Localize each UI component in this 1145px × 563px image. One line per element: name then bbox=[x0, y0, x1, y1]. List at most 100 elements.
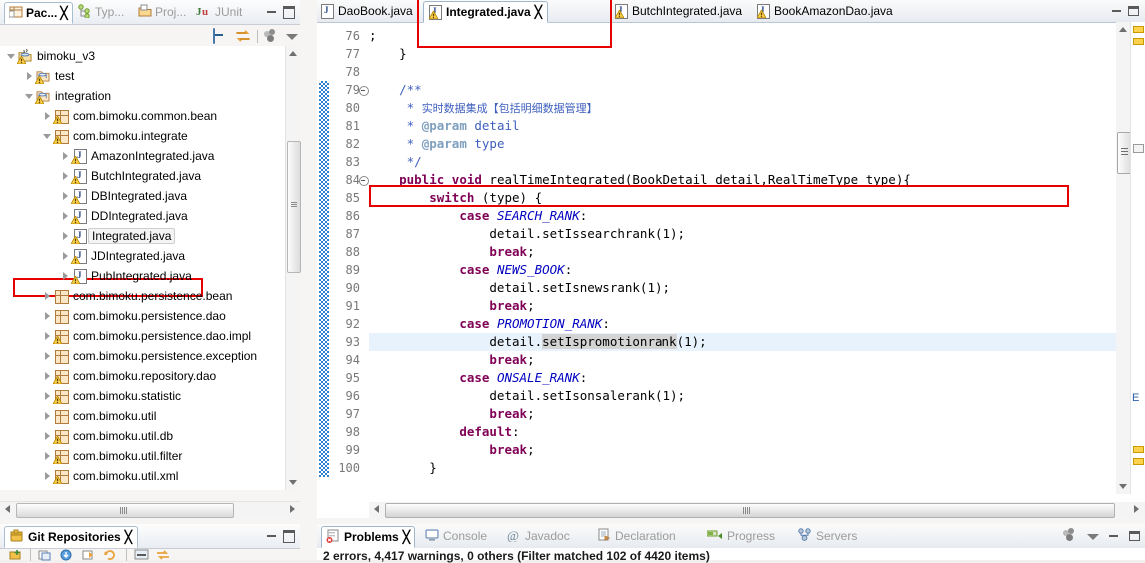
tree-item-dbintegrated-java[interactable]: J DBIntegrated.java bbox=[60, 186, 187, 206]
tab-type-hierarchy[interactable]: Typ... bbox=[78, 2, 124, 22]
tree-item-com-bimoku-persistence-dao[interactable]: com.bimoku.persistence.dao bbox=[42, 306, 226, 326]
chevron-right-icon[interactable] bbox=[42, 331, 53, 342]
editor-tab-daobook-java[interactable]: J DaoBook.java bbox=[321, 1, 413, 21]
fold-toggle-icon[interactable] bbox=[358, 171, 369, 189]
warning-marker[interactable] bbox=[1133, 26, 1144, 33]
editor-horizontal-scrollbar[interactable] bbox=[369, 502, 1145, 518]
chevron-right-icon[interactable] bbox=[42, 291, 53, 302]
chevron-right-icon[interactable] bbox=[60, 171, 71, 182]
tree-horizontal-scrollbar[interactable] bbox=[0, 501, 300, 518]
chevron-right-icon[interactable] bbox=[42, 351, 53, 362]
scrollbar-thumb[interactable] bbox=[287, 141, 301, 273]
code-line[interactable]: * @param type bbox=[369, 135, 505, 153]
chevron-right-icon[interactable] bbox=[42, 371, 53, 382]
tab-junit[interactable]: J u JUnit bbox=[196, 2, 242, 22]
refresh-icon[interactable] bbox=[104, 549, 119, 561]
view-menu-caret-icon[interactable] bbox=[286, 34, 298, 40]
problems-tab-progress[interactable]: Progress bbox=[706, 526, 775, 546]
tree-item-butchintegrated-java[interactable]: J ButchIntegrated.java bbox=[60, 166, 201, 186]
scroll-right-icon[interactable] bbox=[1130, 502, 1145, 517]
scroll-down-icon[interactable] bbox=[286, 476, 300, 490]
close-icon[interactable]: ╳ bbox=[60, 6, 67, 20]
code-line[interactable]: break; bbox=[369, 351, 534, 369]
overview-ruler[interactable]: E bbox=[1130, 22, 1145, 494]
code-line[interactable]: ; bbox=[369, 27, 377, 45]
tree-item-ddintegrated-java[interactable]: J DDIntegrated.java bbox=[60, 206, 188, 226]
chevron-right-icon[interactable] bbox=[60, 231, 71, 242]
maximize-editor-button[interactable] bbox=[1127, 4, 1140, 17]
code-line[interactable]: } bbox=[369, 459, 437, 477]
editor-tab-butchintegrated-java[interactable]: J ButchIntegrated.java bbox=[615, 1, 742, 21]
code-area[interactable]: 76 77 78 79 80 81 82 83 84 85 86 87 88 89 90 91 92 93 94 95… bbox=[317, 22, 1145, 495]
tab-git-repositories[interactable]: Git Repositories ╳ bbox=[4, 526, 138, 548]
tab-project-explorer[interactable]: Proj... bbox=[138, 2, 186, 22]
code-line[interactable]: switch (type) { bbox=[369, 189, 542, 207]
editor-vertical-scrollbar[interactable] bbox=[1116, 22, 1132, 494]
chevron-right-icon[interactable] bbox=[60, 251, 71, 262]
problems-tab-problems[interactable]: Problems ╳ bbox=[321, 526, 415, 548]
tree-item-com-bimoku-util-filter[interactable]: com.bimoku.util.filter bbox=[42, 446, 182, 466]
tree-item-pubintegrated-java[interactable]: J PubIntegrated.java bbox=[60, 266, 192, 286]
chevron-right-icon[interactable] bbox=[42, 431, 53, 442]
view-menu-caret-icon[interactable] bbox=[1087, 533, 1099, 540]
problems-tab-declaration[interactable]: Declaration bbox=[597, 526, 676, 546]
scroll-up-icon[interactable] bbox=[1116, 22, 1131, 36]
push-icon[interactable] bbox=[82, 549, 97, 561]
problems-tab-console[interactable]: Console bbox=[425, 526, 487, 546]
problems-tab-servers[interactable]: Servers bbox=[797, 526, 857, 546]
maximize-problems-button[interactable] bbox=[1128, 529, 1141, 542]
chevron-right-icon[interactable] bbox=[42, 311, 53, 322]
warning-marker[interactable] bbox=[1133, 38, 1144, 45]
chevron-right-icon[interactable] bbox=[42, 411, 53, 422]
scrollbar-thumb[interactable] bbox=[385, 503, 1115, 518]
pull-icon[interactable] bbox=[60, 549, 75, 561]
collapse-all-icon[interactable] bbox=[134, 549, 149, 561]
package-explorer-tree[interactable]: bimoku_v3 test integration com.bimoku.commo… bbox=[0, 46, 287, 490]
tab-package-explorer[interactable]: Pac... ╳ bbox=[4, 2, 73, 24]
code-line[interactable]: detail.setIssearchrank(1); bbox=[369, 225, 685, 243]
tree-item-com-bimoku-integrate[interactable]: com.bimoku.integrate bbox=[42, 126, 188, 146]
editor-tab-bookamazondao-java[interactable]: J BookAmazonDao.java bbox=[757, 1, 893, 21]
code-line[interactable]: case SEARCH_RANK: bbox=[369, 207, 587, 225]
tree-item-integration[interactable]: integration bbox=[24, 86, 111, 106]
add-repository-icon[interactable] bbox=[8, 549, 23, 561]
code-line[interactable]: break; bbox=[369, 297, 534, 315]
code-line[interactable]: detail.setIsonsalerank(1); bbox=[369, 387, 685, 405]
code-line[interactable]: */ bbox=[369, 153, 422, 171]
minimize-editor-button[interactable] bbox=[1110, 4, 1123, 17]
tree-item-com-bimoku-util-db[interactable]: com.bimoku.util.db bbox=[42, 426, 173, 446]
tree-item-com-bimoku-persistence-dao-impl[interactable]: com.bimoku.persistence.dao.impl bbox=[42, 326, 251, 346]
code-line[interactable]: /** bbox=[369, 81, 422, 99]
view-menu-icon[interactable] bbox=[1063, 528, 1079, 543]
scroll-left-icon[interactable] bbox=[0, 502, 14, 517]
code-line[interactable]: * 实时数据集成【包括明细数据管理】 bbox=[369, 99, 598, 117]
close-icon[interactable]: ╳ bbox=[403, 530, 410, 544]
tree-item-test[interactable]: test bbox=[24, 66, 74, 86]
bookmark-marker[interactable] bbox=[1133, 144, 1144, 153]
chevron-right-icon[interactable] bbox=[42, 391, 53, 402]
fold-toggle-icon[interactable] bbox=[358, 81, 369, 99]
clone-repository-icon[interactable] bbox=[38, 549, 53, 561]
tree-vertical-scrollbar[interactable] bbox=[285, 46, 301, 490]
tree-item-com-bimoku-repository-dao[interactable]: com.bimoku.repository.dao bbox=[42, 366, 216, 386]
tree-item-com-bimoku-util[interactable]: com.bimoku.util bbox=[42, 406, 156, 426]
code-line[interactable]: break; bbox=[369, 243, 534, 261]
code-line[interactable]: } bbox=[369, 45, 407, 63]
minimize-git-view-button[interactable] bbox=[265, 528, 278, 541]
chevron-right-icon[interactable] bbox=[42, 471, 53, 482]
scroll-down-icon[interactable] bbox=[1116, 480, 1131, 494]
code-line[interactable]: detail.setIsnewsrank(1); bbox=[369, 279, 670, 297]
warning-marker[interactable] bbox=[1133, 446, 1144, 453]
tree-item-com-bimoku-util-xml[interactable]: com.bimoku.util.xml bbox=[42, 466, 178, 486]
chevron-down-icon[interactable] bbox=[6, 51, 17, 62]
scroll-up-icon[interactable] bbox=[286, 46, 300, 60]
scrollbar-thumb[interactable] bbox=[16, 503, 234, 518]
tree-item-com-bimoku-common-bean[interactable]: com.bimoku.common.bean bbox=[42, 106, 217, 126]
chevron-right-icon[interactable] bbox=[24, 71, 35, 82]
code-line[interactable]: public void realTimeIntegrated(BookDetai… bbox=[369, 171, 911, 189]
code-line[interactable]: detail.setIspromotionrank(1); bbox=[369, 333, 707, 351]
source-code[interactable]: ; } /** * 实时数据集成【包括明细数据管理】 * @param deta… bbox=[369, 23, 1129, 495]
maximize-git-view-button[interactable] bbox=[282, 528, 295, 543]
tree-item-amazonintegrated-java[interactable]: J AmazonIntegrated.java bbox=[60, 146, 214, 166]
minimize-problems-button[interactable] bbox=[1107, 529, 1120, 542]
